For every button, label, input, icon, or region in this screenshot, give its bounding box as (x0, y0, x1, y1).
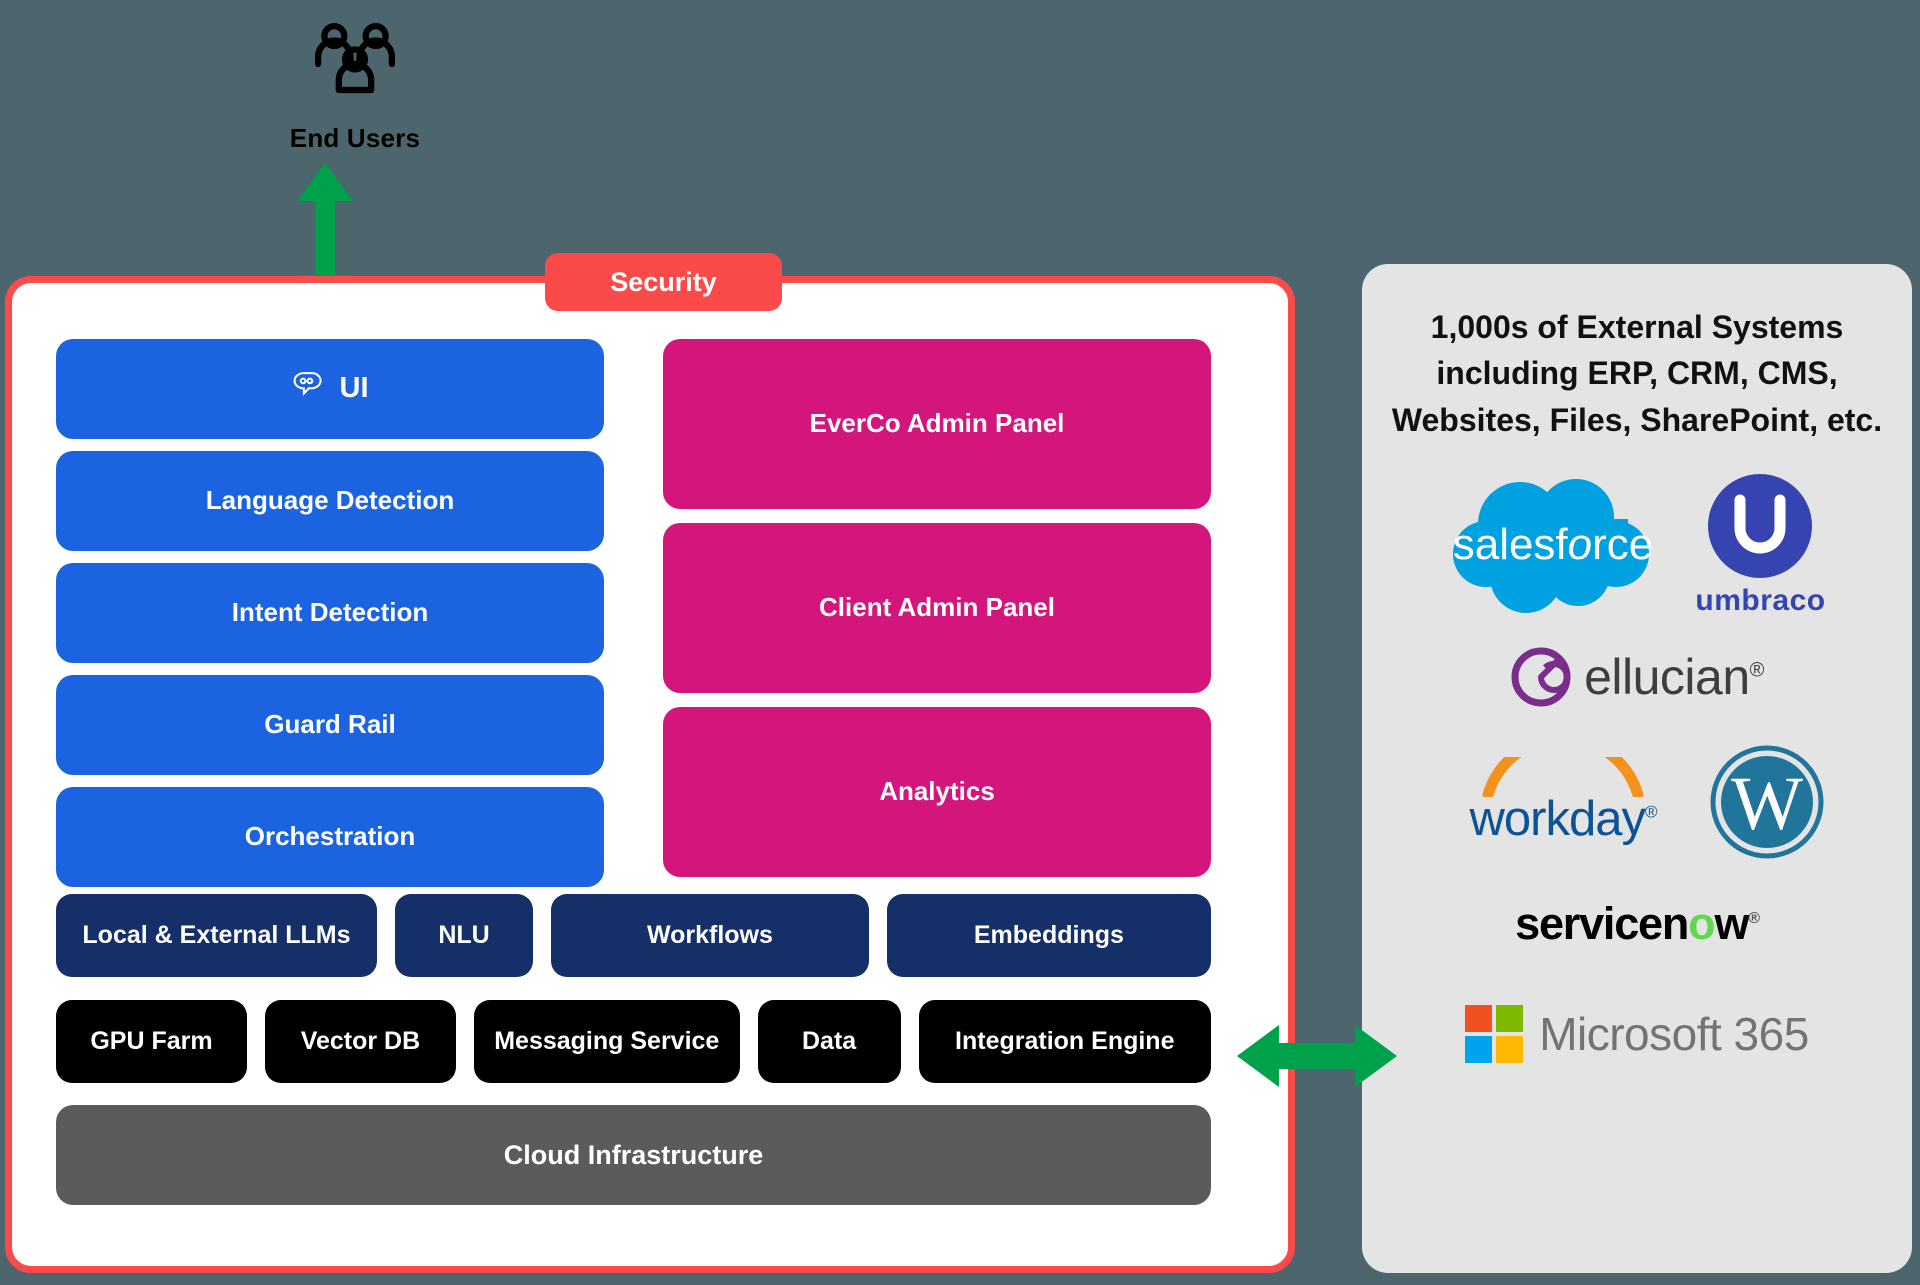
logo-row-5: Microsoft 365 (1380, 979, 1894, 1089)
logo-umbraco: umbraco (1695, 470, 1825, 618)
logo-microsoft-365: Microsoft 365 (1465, 1005, 1809, 1064)
people-group-icon (255, 18, 455, 113)
pill-intent-detection-label: Intent Detection (231, 597, 429, 628)
logo-servicenow-label: servicenow® (1515, 898, 1760, 950)
pill-data-label: Data (802, 1027, 857, 1056)
pill-analytics[interactable]: Analytics (663, 707, 1211, 877)
pill-workflows-label: Workflows (646, 921, 773, 950)
logo-row-4: servicenow® (1380, 869, 1894, 979)
svg-text:W: W (1731, 762, 1803, 846)
pill-nlu[interactable]: NLU (394, 894, 534, 977)
pill-local-external-llms-label: Local & External LLMs (82, 921, 351, 950)
pill-language-detection-label: Language Detection (205, 485, 455, 516)
logo-microsoft-365-label: Microsoft 365 (1539, 1008, 1809, 1061)
pill-embeddings[interactable]: Embeddings (886, 894, 1211, 977)
external-systems-panel: 1,000s of External Systems including ERP… (1362, 264, 1912, 1273)
pill-data[interactable]: Data (757, 1000, 901, 1083)
pink-admin-column: EverCo Admin Panel Client Admin Panel An… (663, 339, 1211, 877)
pill-client-admin-panel-label: Client Admin Panel (819, 592, 1055, 623)
logo-wordpress: W (1708, 743, 1826, 861)
logo-umbraco-label: umbraco (1695, 584, 1826, 618)
pill-language-detection[interactable]: Language Detection (56, 451, 604, 551)
pill-orchestration[interactable]: Orchestration (56, 787, 604, 887)
integration-bidirectional-arrow (1237, 1021, 1397, 1091)
security-badge: Security (545, 253, 782, 311)
logo-row-2: ellucian® (1380, 619, 1894, 734)
logo-ellucian: ellucian® (1510, 646, 1764, 708)
logo-ellucian-label: ellucian® (1584, 648, 1764, 705)
pill-gpu-farm-label: GPU Farm (90, 1027, 213, 1056)
pill-gpu-farm[interactable]: GPU Farm (56, 1000, 247, 1083)
pill-analytics-label: Analytics (879, 776, 995, 807)
pill-orchestration-label: Orchestration (244, 821, 416, 852)
navy-capabilities-row: Local & External LLMs NLU Workflows Embe… (56, 894, 1211, 977)
chat-bubble-quote-icon (292, 368, 326, 410)
pill-integration-engine[interactable]: Integration Engine (918, 1000, 1211, 1083)
logo-workday-label: workday® (1469, 791, 1658, 846)
logo-servicenow: servicenow® (1515, 898, 1760, 950)
logo-row-3: workday® W (1380, 734, 1894, 869)
pill-workflows[interactable]: Workflows (551, 894, 869, 977)
platform-container: UI Language Detection Intent Detection G… (5, 276, 1295, 1273)
pill-everco-admin-panel-label: EverCo Admin Panel (809, 408, 1065, 439)
cloud-infrastructure-bar[interactable]: Cloud Infrastructure (56, 1105, 1211, 1205)
pill-client-admin-panel[interactable]: Client Admin Panel (663, 523, 1211, 693)
pill-vector-db[interactable]: Vector DB (264, 1000, 456, 1083)
pill-messaging-service-label: Messaging Service (494, 1027, 720, 1056)
logo-salesforce: salesforce (1448, 469, 1663, 619)
svg-text:salesforce: salesforce (1453, 520, 1654, 569)
pill-nlu-label: NLU (438, 921, 490, 950)
black-infrastructure-row: GPU Farm Vector DB Messaging Service Dat… (56, 1000, 1211, 1083)
logo-row-1: salesforce umbraco (1380, 469, 1894, 619)
pill-vector-db-label: Vector DB (300, 1027, 421, 1056)
end-users-label: End Users (289, 123, 421, 153)
pill-guard-rail-label: Guard Rail (264, 709, 396, 740)
security-badge-label: Security (610, 266, 717, 297)
external-logos-list: salesforce umbraco ellucian® workday® W … (1380, 469, 1894, 1089)
pill-embeddings-label: Embeddings (973, 921, 1124, 950)
pill-local-external-llms[interactable]: Local & External LLMs (56, 894, 377, 977)
blue-services-column: UI Language Detection Intent Detection G… (56, 339, 604, 887)
pill-intent-detection[interactable]: Intent Detection (56, 563, 604, 663)
external-systems-heading: 1,000s of External Systems including ERP… (1391, 309, 1883, 438)
pill-ui[interactable]: UI (56, 339, 604, 439)
pill-guard-rail[interactable]: Guard Rail (56, 675, 604, 775)
pill-messaging-service[interactable]: Messaging Service (473, 1000, 740, 1083)
logo-workday: workday® (1448, 756, 1678, 847)
cloud-infrastructure-label: Cloud Infrastructure (503, 1139, 764, 1170)
end-users-group: End Users (255, 18, 455, 154)
pill-everco-admin-panel[interactable]: EverCo Admin Panel (663, 339, 1211, 509)
pill-ui-label: UI (339, 372, 369, 405)
pill-integration-engine-label: Integration Engine (955, 1027, 1175, 1056)
